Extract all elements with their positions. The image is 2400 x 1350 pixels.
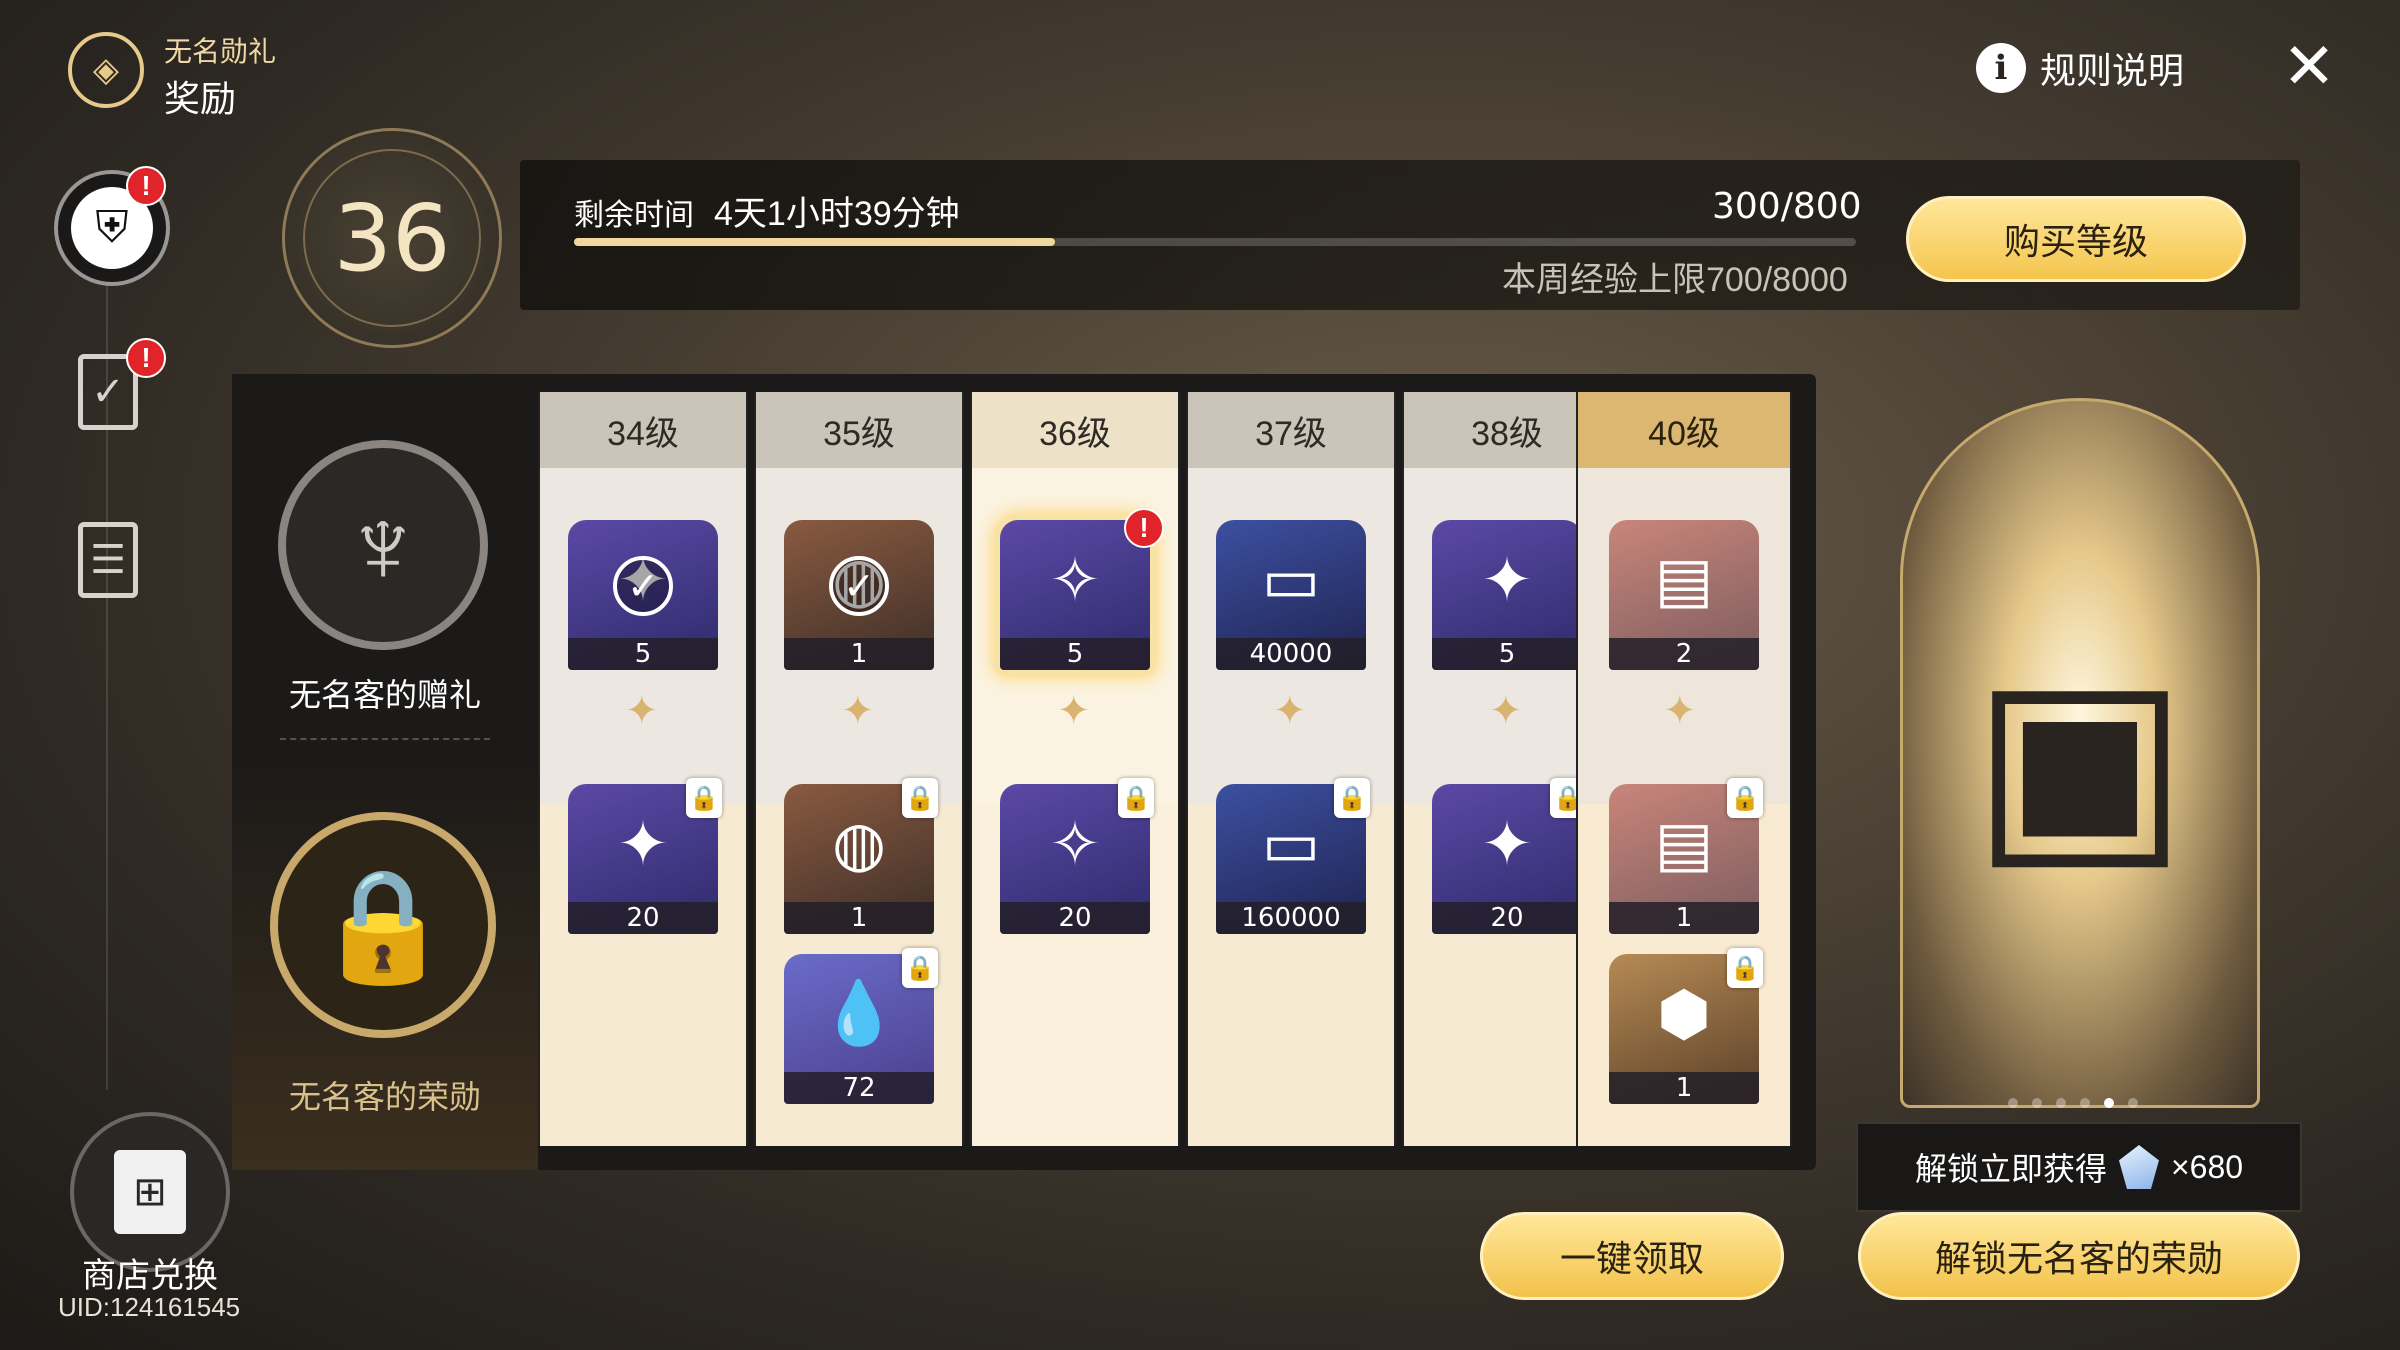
- claimed-check-icon: ✓: [613, 556, 673, 616]
- unlock-honor-button[interactable]: 解锁无名客的荣勋: [1858, 1212, 2300, 1300]
- reward-count: 20: [1000, 902, 1150, 934]
- page-title: 奖励: [164, 78, 237, 119]
- reward-count: 5: [568, 638, 718, 670]
- page-dot[interactable]: [2104, 1098, 2114, 1108]
- page-dot[interactable]: [2008, 1098, 2018, 1108]
- level-ring: 36: [282, 128, 502, 348]
- free-tier-label: 无名客的赠礼: [288, 677, 481, 713]
- level-column: 34级 ✦: [538, 392, 748, 1146]
- rules-label: 规则说明: [2040, 50, 2185, 91]
- reward-item[interactable]: ▭ 40000: [1216, 520, 1366, 670]
- reward-count: 1: [1609, 902, 1759, 934]
- reward-count: 72: [784, 1072, 934, 1104]
- free-tier-crest-icon: ♆: [278, 440, 488, 650]
- lock-icon: 🔒: [902, 778, 938, 818]
- shopping-bag-icon: ⊞: [114, 1150, 186, 1234]
- treasure-chest-icon: ▣: [1971, 630, 2189, 888]
- reward-item[interactable]: ✦ 5: [1432, 520, 1582, 670]
- tier-separator-star-icon: ✦: [1273, 689, 1307, 733]
- page-dot[interactable]: [2128, 1098, 2138, 1108]
- level-column: 37级 ✦: [1186, 392, 1396, 1146]
- lock-icon: 🔒: [1118, 778, 1154, 818]
- tier-separator-star-icon: ✦: [1057, 689, 1091, 733]
- level-column: 36级 ✦: [970, 392, 1180, 1146]
- reward-item[interactable]: ✧ 5: [1000, 520, 1150, 670]
- notification-badge: !: [126, 338, 166, 378]
- lock-icon: 🔒: [1727, 948, 1763, 988]
- rules-button[interactable]: i 规则说明: [1976, 42, 2184, 94]
- reward-item[interactable]: ✦ 5 ✓: [568, 520, 718, 670]
- battle-pass-emblem-icon: ◈: [68, 32, 144, 108]
- page-dot[interactable]: [2056, 1098, 2066, 1108]
- paid-tier-label: 无名客的荣勋: [288, 1079, 481, 1115]
- xp-counter: 300/800: [1712, 186, 1862, 227]
- tier-divider: [280, 738, 490, 740]
- reward-count: 1: [1609, 1072, 1759, 1104]
- star-rail-pass-icon: ✦: [1481, 545, 1533, 615]
- tier-separator-star-icon: ✦: [1663, 689, 1697, 733]
- notification-badge: !: [126, 166, 166, 206]
- page-dot[interactable]: [2032, 1098, 2042, 1108]
- reward-count: 40000: [1216, 638, 1366, 670]
- unlock-bonus-quantity: ×680: [2170, 1148, 2244, 1185]
- reward-count: 1: [784, 638, 934, 670]
- unlock-bonus-label: 解锁立即获得: [1914, 1151, 2107, 1187]
- ticket-icon: ▤: [1654, 545, 1714, 615]
- page-subtitle: 无名勋礼: [164, 36, 277, 67]
- xp-progress-fill: [574, 238, 1055, 246]
- time-remaining-label: 剩余时间: [574, 199, 694, 232]
- preview-pagination[interactable]: [2008, 1098, 2138, 1108]
- lock-icon: 🔒: [1727, 778, 1763, 818]
- current-level: 36: [303, 149, 481, 327]
- reward-count: 1: [784, 902, 934, 934]
- reward-item[interactable]: ▤ 2: [1609, 520, 1759, 670]
- level-header: 37级: [1188, 392, 1394, 468]
- uid-label: UID:124161545: [58, 1292, 241, 1322]
- level-header: 35级: [756, 392, 962, 468]
- shop-exchange-label: 商店兑换: [82, 1257, 218, 1295]
- credit-card-icon: ▭: [1261, 545, 1321, 615]
- weekly-xp-cap: 本周经验上限700/8000: [1502, 261, 1848, 299]
- tier-separator-star-icon: ✦: [1489, 689, 1523, 733]
- reward-item[interactable]: ◍ 1 ✓: [784, 520, 934, 670]
- level-header: 40级: [1578, 392, 1790, 468]
- reward-count: 20: [568, 902, 718, 934]
- buy-levels-button[interactable]: 购买等级: [1906, 196, 2246, 282]
- claim-all-button[interactable]: 一键领取: [1480, 1212, 1784, 1300]
- stellar-jade-icon: [2118, 1145, 2159, 1189]
- reward-count: 5: [1000, 638, 1150, 670]
- claimed-check-icon: ✓: [829, 556, 889, 616]
- paid-tier-lock-crest-icon: 🔒: [270, 812, 496, 1038]
- close-icon[interactable]: ✕: [2278, 35, 2340, 100]
- reward-count: 160000: [1216, 902, 1366, 934]
- document-search-icon[interactable]: ☰: [78, 522, 138, 598]
- level-header: 34级: [540, 392, 746, 468]
- reward-count: 5: [1432, 638, 1582, 670]
- level-header: 36级: [972, 392, 1178, 468]
- nav-rail: [106, 190, 108, 1090]
- lock-icon: 🔒: [1334, 778, 1370, 818]
- lock-icon: 🔒: [902, 948, 938, 988]
- info-icon: i: [1976, 43, 2026, 93]
- tier-separator-star-icon: ✦: [625, 689, 659, 733]
- lock-icon: 🔒: [686, 778, 722, 818]
- reward-count: 2: [1609, 638, 1759, 670]
- reward-count: 20: [1432, 902, 1582, 934]
- time-remaining-value: 4天1小时39分钟: [714, 195, 960, 233]
- notification-badge: !: [1124, 508, 1164, 548]
- unlock-bonus-info: 解锁立即获得 ×680: [1856, 1122, 2302, 1212]
- tier-separator-star-icon: ✦: [841, 689, 875, 733]
- page-dot[interactable]: [2080, 1098, 2090, 1108]
